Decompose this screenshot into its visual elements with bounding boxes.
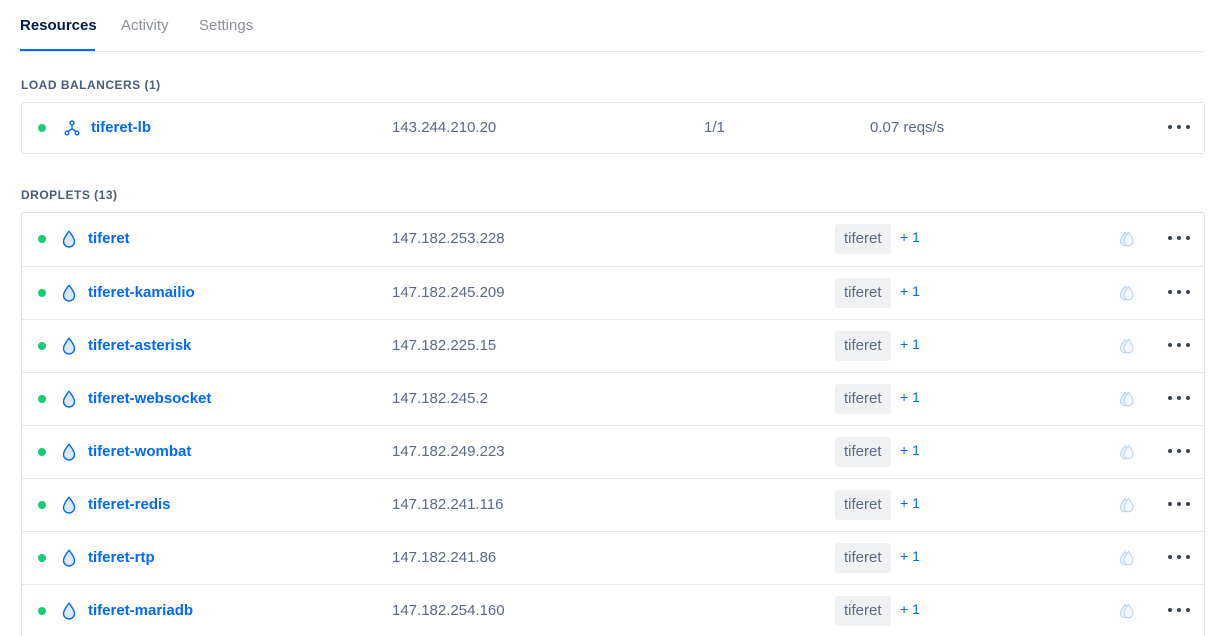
tag-chip[interactable]: tiferet (835, 331, 891, 361)
droplet-row: tiferet-rtp 147.182.241.86 tiferet + 1 (22, 531, 1204, 584)
droplet-ip: 147.182.249.223 (392, 443, 505, 460)
droplet-name-link[interactable]: tiferet-asterisk (88, 337, 191, 354)
tag-chip[interactable]: tiferet (835, 543, 891, 573)
more-options-button[interactable] (1168, 388, 1190, 408)
droplet-icon (62, 284, 76, 302)
load-balancer-row: tiferet-lb 143.244.210.20 1/1 0.07 reqs/… (22, 103, 1204, 153)
more-options-button[interactable] (1168, 117, 1190, 137)
load-balancer-requests: 0.07 reqs/s (870, 119, 945, 136)
droplet-row: tiferet-websocket 147.182.245.2 tiferet … (22, 372, 1204, 425)
droplet-name-link[interactable]: tiferet (88, 230, 130, 247)
droplet-row: tiferet-asterisk 147.182.225.15 tiferet … (22, 319, 1204, 372)
status-dot (38, 607, 46, 615)
more-options-button[interactable] (1168, 335, 1190, 355)
load-balancer-name-link[interactable]: tiferet-lb (91, 119, 151, 136)
more-tags-link[interactable]: + 1 (900, 336, 920, 352)
more-tags-link[interactable]: + 1 (900, 548, 920, 564)
load-balancer-droplet-ratio: 1/1 (704, 119, 725, 136)
droplet-icon (62, 602, 76, 620)
more-options-button[interactable] (1168, 228, 1190, 248)
tag-chip[interactable]: tiferet (835, 437, 891, 467)
monitoring-droplet-icon[interactable] (1118, 230, 1136, 248)
monitoring-droplet-icon[interactable] (1118, 496, 1136, 514)
droplet-name-link[interactable]: tiferet-rtp (88, 549, 155, 566)
status-dot (38, 448, 46, 456)
status-dot (38, 501, 46, 509)
droplet-name-link[interactable]: tiferet-wombat (88, 443, 191, 460)
droplet-icon (62, 549, 76, 567)
droplet-icon (62, 496, 76, 514)
droplet-ip: 147.182.225.15 (392, 337, 497, 354)
more-tags-link[interactable]: + 1 (900, 283, 920, 299)
active-tab-indicator (20, 49, 95, 51)
status-dot (38, 395, 46, 403)
droplets-panel: tiferet 147.182.253.228 tiferet + 1 tife… (21, 212, 1205, 636)
status-dot (38, 124, 46, 132)
load-balancer-icon (64, 120, 80, 136)
droplet-ip: 147.182.245.209 (392, 284, 505, 301)
more-options-button[interactable] (1168, 494, 1190, 514)
more-tags-link[interactable]: + 1 (900, 601, 920, 617)
droplet-ip: 147.182.254.160 (392, 602, 505, 619)
droplet-row: tiferet-kamailio 147.182.245.209 tiferet… (22, 266, 1204, 319)
monitoring-droplet-icon[interactable] (1118, 602, 1136, 620)
status-dot (38, 342, 46, 350)
load-balancers-panel: tiferet-lb 143.244.210.20 1/1 0.07 reqs/… (21, 102, 1205, 154)
more-options-button[interactable] (1168, 600, 1190, 620)
status-dot (38, 289, 46, 297)
droplet-name-link[interactable]: tiferet-redis (88, 496, 171, 513)
droplet-icon (62, 337, 76, 355)
droplets-heading: DROPLETS (13) (21, 188, 118, 202)
tab-resources[interactable]: Resources (20, 17, 97, 34)
droplet-ip: 147.182.253.228 (392, 230, 505, 247)
more-tags-link[interactable]: + 1 (900, 442, 920, 458)
droplet-name-link[interactable]: tiferet-kamailio (88, 284, 195, 301)
tab-settings[interactable]: Settings (199, 17, 253, 34)
droplet-ip: 147.182.245.2 (392, 390, 488, 407)
more-options-button[interactable] (1168, 547, 1190, 567)
droplet-row: tiferet-wombat 147.182.249.223 tiferet +… (22, 425, 1204, 478)
droplet-icon (62, 443, 76, 461)
status-dot (38, 235, 46, 243)
tag-chip[interactable]: tiferet (835, 490, 891, 520)
more-tags-link[interactable]: + 1 (900, 229, 920, 245)
monitoring-droplet-icon[interactable] (1118, 337, 1136, 355)
more-options-button[interactable] (1168, 441, 1190, 461)
droplet-row: tiferet 147.182.253.228 tiferet + 1 (22, 213, 1204, 266)
droplet-ip: 147.182.241.116 (392, 496, 504, 513)
monitoring-droplet-icon[interactable] (1118, 549, 1136, 567)
status-dot (38, 554, 46, 562)
tag-chip[interactable]: tiferet (835, 384, 891, 414)
load-balancer-ip: 143.244.210.20 (392, 119, 497, 136)
more-tags-link[interactable]: + 1 (900, 389, 920, 405)
monitoring-droplet-icon[interactable] (1118, 390, 1136, 408)
tab-activity[interactable]: Activity (121, 17, 169, 34)
load-balancers-heading: LOAD BALANCERS (1) (21, 78, 161, 92)
droplet-row: tiferet-mariadb 147.182.254.160 tiferet … (22, 584, 1204, 636)
droplet-icon (62, 230, 76, 248)
resource-tabs: Resources Activity Settings (20, 0, 1205, 52)
more-options-button[interactable] (1168, 282, 1190, 302)
droplet-name-link[interactable]: tiferet-mariadb (88, 602, 193, 619)
droplet-icon (62, 390, 76, 408)
droplet-name-link[interactable]: tiferet-websocket (88, 390, 211, 407)
droplet-ip: 147.182.241.86 (392, 549, 497, 566)
tag-chip[interactable]: tiferet (835, 278, 891, 308)
tag-chip[interactable]: tiferet (835, 224, 891, 254)
more-tags-link[interactable]: + 1 (900, 495, 920, 511)
monitoring-droplet-icon[interactable] (1118, 284, 1136, 302)
droplet-row: tiferet-redis 147.182.241.116 tiferet + … (22, 478, 1204, 531)
monitoring-droplet-icon[interactable] (1118, 443, 1136, 461)
tag-chip[interactable]: tiferet (835, 596, 891, 626)
